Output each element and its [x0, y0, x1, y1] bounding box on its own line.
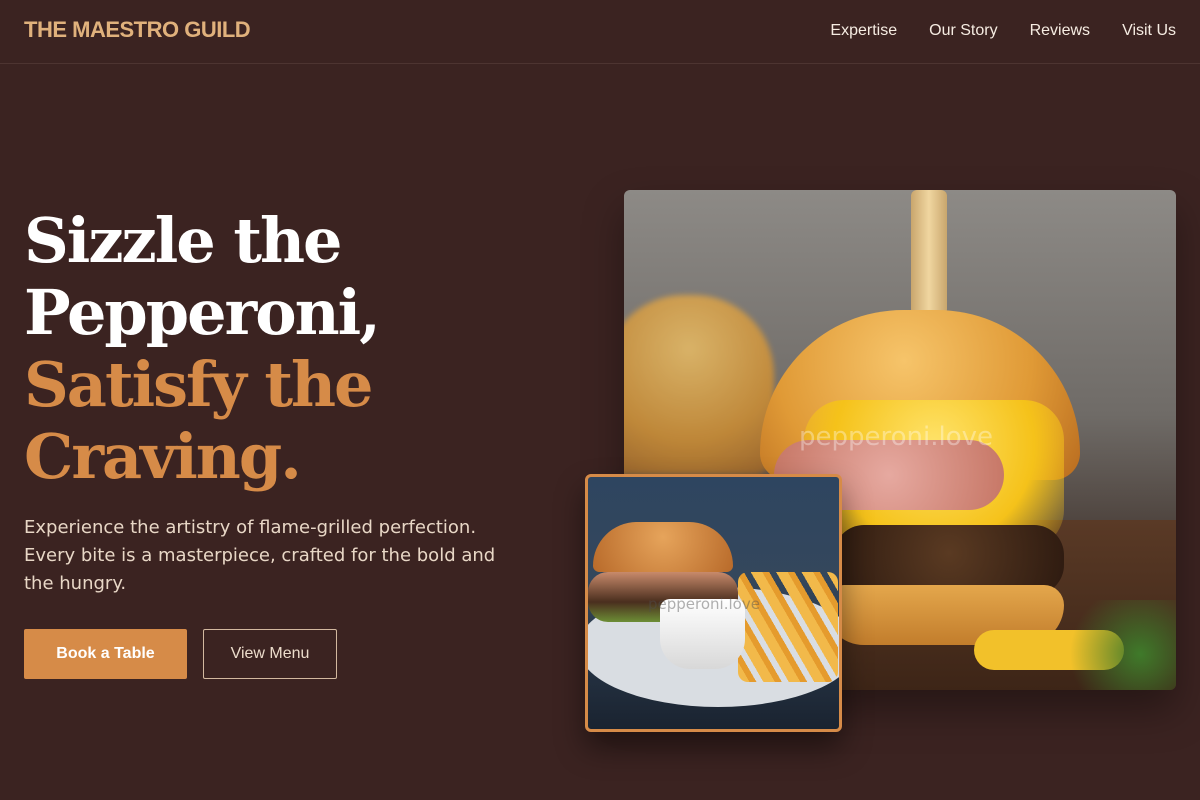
view-menu-button[interactable]: View Menu [203, 629, 337, 679]
skewer-shape [911, 190, 947, 315]
herb-garnish-shape [1056, 600, 1176, 690]
hero-title: Sizzle the Pepperoni, Satisfy the Cravin… [24, 205, 584, 493]
sauce-cup-shape [660, 599, 745, 669]
brand-logo[interactable]: THE MAESTRO GUILD [24, 17, 251, 43]
nav-link-reviews[interactable]: Reviews [1030, 22, 1090, 40]
hero-description: Experience the artistry of flame-grilled… [24, 517, 496, 594]
nav-link-our-story[interactable]: Our Story [929, 22, 997, 40]
nav-link-visit-us[interactable]: Visit Us [1122, 22, 1176, 40]
nav-link-expertise[interactable]: Expertise [830, 22, 897, 40]
fries-shape [738, 572, 838, 682]
site-header: THE MAESTRO GUILD Expertise Our Story Re… [0, 0, 1200, 64]
main-nav: Expertise Our Story Reviews Visit Us [830, 22, 1176, 40]
hero-title-line-1: Sizzle the [24, 204, 343, 277]
background-burger-shape [624, 295, 774, 475]
book-table-button[interactable]: Book a Table [24, 629, 187, 679]
hero-title-accent-line-2: Craving. [24, 420, 302, 493]
burger-plate-inset-image: pepperoni.love [585, 474, 842, 732]
hero-title-line-2: Pepperoni, [24, 276, 381, 349]
inset-bun-shape [593, 522, 733, 572]
hero-title-accent-line-1: Satisfy the [24, 348, 374, 421]
